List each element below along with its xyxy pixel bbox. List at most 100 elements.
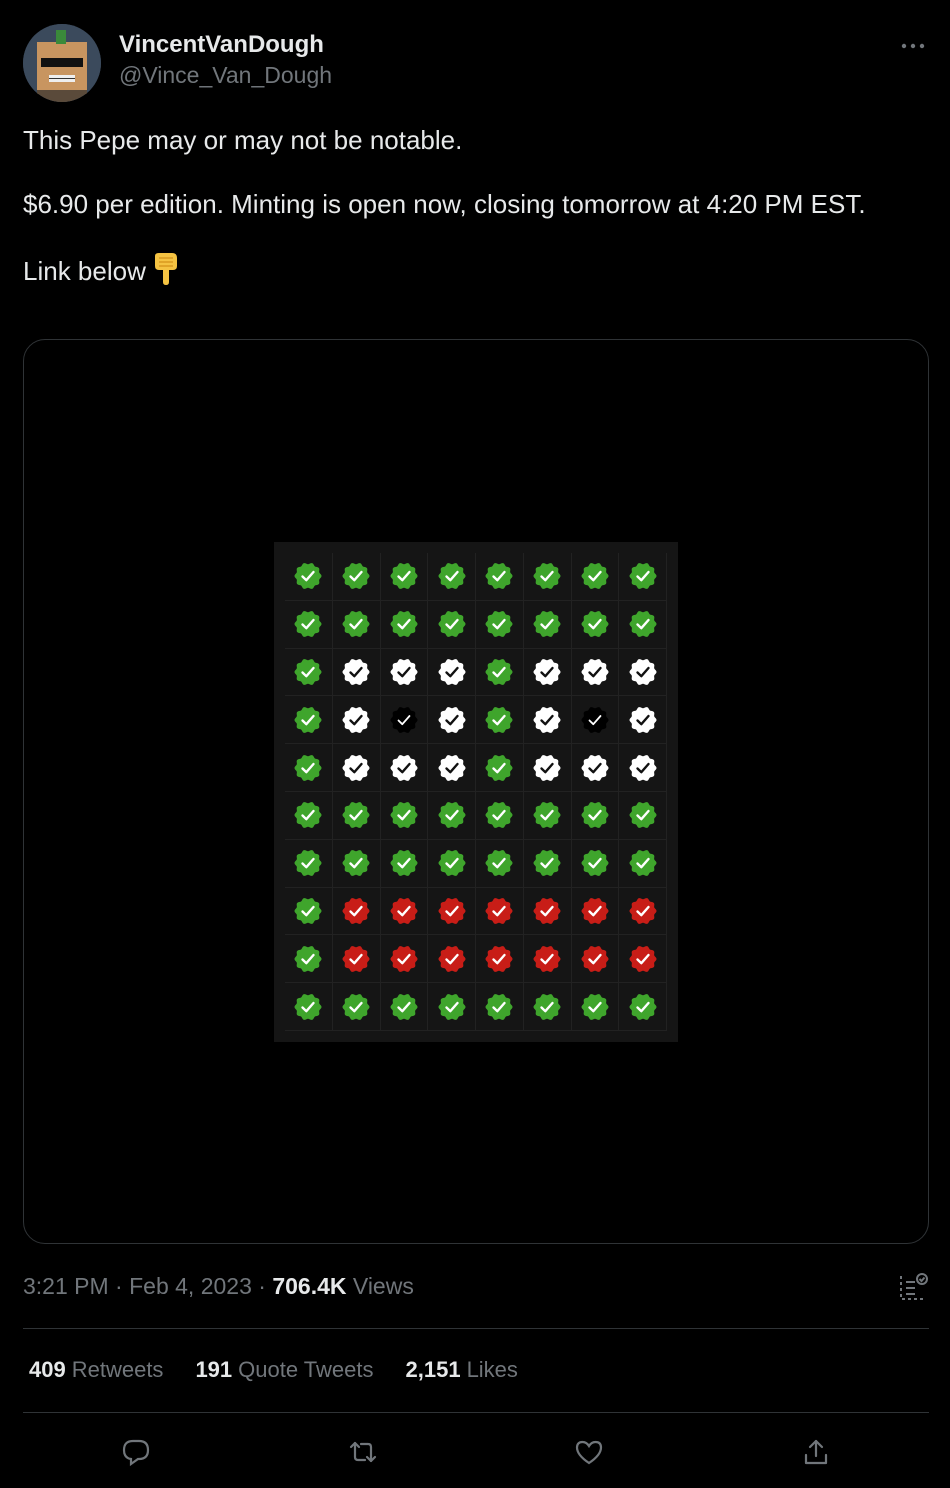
badge-cell <box>428 887 476 936</box>
share-icon[interactable] <box>796 1432 836 1472</box>
badge-cell <box>332 553 381 601</box>
badge-cell <box>476 983 524 1031</box>
verified-badge-icon <box>294 611 322 638</box>
verified-badge-icon <box>533 802 561 829</box>
verified-badge-icon <box>485 850 513 877</box>
verified-badge-icon <box>438 802 466 829</box>
verified-badge-icon <box>342 898 370 924</box>
verified-badge-icon <box>390 945 418 972</box>
reply-icon[interactable] <box>116 1432 156 1472</box>
verified-badge-icon <box>485 611 513 638</box>
badge-cell <box>476 600 524 649</box>
verified-badge-icon <box>629 611 657 638</box>
badge-cell <box>332 791 381 840</box>
badge-cell <box>571 696 620 745</box>
badge-cell <box>285 744 333 792</box>
analytics-icon[interactable] <box>898 1271 930 1303</box>
verified-badge-icon <box>438 563 466 590</box>
verified-badge-icon <box>533 611 561 638</box>
badge-cell <box>285 648 333 697</box>
badge-cell <box>332 600 381 649</box>
tweet-text-line: Link below <box>23 252 913 293</box>
author-names: VincentVanDough @Vince_Van_Dough <box>119 30 332 90</box>
divider <box>23 1412 929 1413</box>
badge-cell <box>428 839 476 888</box>
badge-cell <box>332 839 381 888</box>
badge-cell <box>380 887 429 936</box>
verified-badge-icon <box>485 659 513 685</box>
badge-cell <box>285 839 333 888</box>
engagement-stats: 409 Retweets 191 Quote Tweets 2,151 Likes <box>29 1354 518 1386</box>
verified-badge-icon <box>342 659 370 685</box>
divider <box>23 1328 929 1329</box>
likes-stat[interactable]: 2,151 Likes <box>406 1354 518 1386</box>
retweet-icon[interactable] <box>343 1432 383 1472</box>
badge-cell <box>428 983 476 1031</box>
verified-badge-icon <box>294 563 322 590</box>
badge-cell <box>380 791 429 840</box>
verified-badge-icon <box>342 611 370 638</box>
badge-cell <box>332 696 381 745</box>
verified-badge-icon <box>629 706 657 733</box>
verified-badge-icon <box>533 706 561 733</box>
verified-badge-icon <box>294 802 322 829</box>
verified-badge-icon <box>342 754 370 781</box>
verified-badge-icon <box>342 802 370 829</box>
like-icon[interactable] <box>569 1432 609 1472</box>
badge-cell <box>523 839 572 888</box>
avatar[interactable] <box>23 24 101 102</box>
verified-badge-icon <box>629 898 657 924</box>
verified-badge-icon <box>629 993 657 1020</box>
verified-badge-icon <box>294 706 322 733</box>
badge-cell <box>380 935 429 984</box>
handle[interactable]: @Vince_Van_Dough <box>119 60 332 90</box>
badge-cell <box>571 887 620 936</box>
verified-badge-icon <box>390 802 418 829</box>
verified-badge-icon <box>581 706 609 733</box>
tweet-date[interactable]: Feb 4, 2023 <box>129 1273 252 1299</box>
badge-cell <box>380 983 429 1031</box>
badge-cell <box>523 696 572 745</box>
verified-badge-icon <box>581 898 609 924</box>
badge-cell <box>476 553 524 601</box>
views-count: 706.4K <box>272 1273 347 1299</box>
badge-cell <box>571 648 620 697</box>
retweets-stat[interactable]: 409 Retweets <box>29 1354 163 1386</box>
verified-badge-icon <box>438 898 466 924</box>
badge-cell <box>380 696 429 745</box>
more-icon[interactable] <box>899 36 927 56</box>
tweet-meta: 3:21 PM · Feb 4, 2023 · 706.4K Views <box>23 1273 414 1299</box>
verified-badge-icon <box>294 993 322 1020</box>
badge-cell <box>523 935 572 984</box>
badge-cell <box>332 983 381 1031</box>
verified-badge-icon <box>390 754 418 781</box>
badge-cell <box>571 839 620 888</box>
verified-badge-icon <box>342 945 370 972</box>
verified-badge-icon <box>390 706 418 733</box>
badge-cell <box>619 839 667 888</box>
badge-cell <box>523 648 572 697</box>
badge-cell <box>285 696 333 745</box>
verified-badge-icon <box>342 563 370 590</box>
verified-badge-icon <box>438 850 466 877</box>
badge-cell <box>476 791 524 840</box>
verified-badge-icon <box>342 993 370 1020</box>
quote-tweets-stat[interactable]: 191 Quote Tweets <box>195 1354 373 1386</box>
tweet-media[interactable] <box>23 339 929 1244</box>
display-name[interactable]: VincentVanDough <box>119 30 332 60</box>
verified-badge-icon <box>390 898 418 924</box>
badge-cell <box>523 744 572 792</box>
badge-cell <box>619 553 667 601</box>
tweet-actions <box>23 1432 929 1472</box>
badge-cell <box>285 600 333 649</box>
verified-badge-icon <box>581 611 609 638</box>
badge-cell <box>380 744 429 792</box>
badge-cell <box>380 839 429 888</box>
badge-cell <box>332 648 381 697</box>
badge-cell <box>619 791 667 840</box>
tweet-header: VincentVanDough @Vince_Van_Dough <box>23 24 929 102</box>
tweet-time[interactable]: 3:21 PM <box>23 1273 109 1299</box>
badge-cell <box>571 600 620 649</box>
verified-badge-icon <box>581 850 609 877</box>
badge-cell <box>285 791 333 840</box>
